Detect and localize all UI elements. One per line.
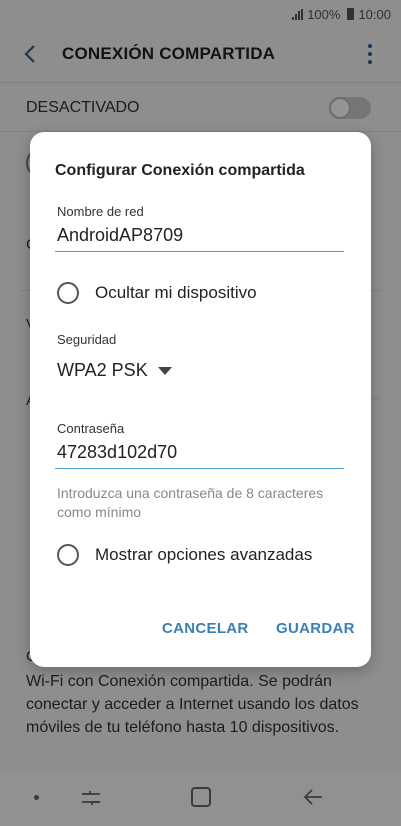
security-dropdown[interactable]: WPA2 PSK <box>57 360 172 381</box>
dialog-title: Configurar Conexión compartida <box>55 162 305 179</box>
password-input[interactable] <box>55 437 344 469</box>
hide-device-label: Ocultar mi dispositivo <box>95 283 257 302</box>
security-label: Seguridad <box>57 332 117 347</box>
password-label: Contraseña <box>57 421 125 436</box>
password-helper-text: Introduzca una contraseña de 8 caractere… <box>57 485 324 520</box>
save-button[interactable]: GUARDAR <box>276 620 355 637</box>
advanced-options-option[interactable]: Mostrar opciones avanzadas <box>57 544 312 566</box>
hide-device-option[interactable]: Ocultar mi dispositivo <box>57 282 257 304</box>
cancel-button[interactable]: CANCELAR <box>162 620 249 637</box>
advanced-options-label: Mostrar opciones avanzadas <box>95 545 313 564</box>
network-name-input[interactable] <box>55 220 344 252</box>
hotspot-config-dialog: Configurar Conexión compartida Nombre de… <box>30 132 371 667</box>
network-name-label: Nombre de red <box>57 204 144 219</box>
radio-unchecked-icon[interactable] <box>57 282 79 304</box>
security-value: WPA2 PSK <box>57 360 148 380</box>
radio-unchecked-icon[interactable] <box>57 544 79 566</box>
caret-down-icon <box>157 366 172 375</box>
